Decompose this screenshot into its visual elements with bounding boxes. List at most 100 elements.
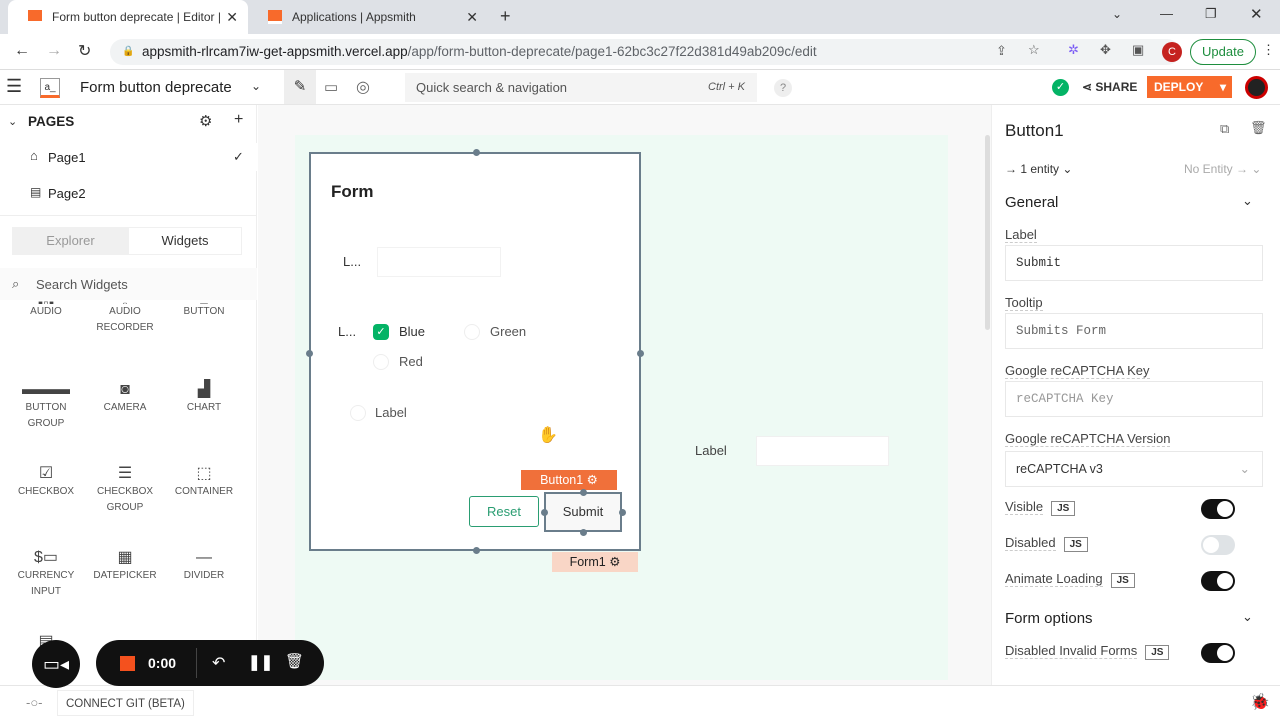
reset-button[interactable]: Reset	[469, 496, 539, 527]
checkbox[interactable]	[350, 405, 366, 421]
submit-button[interactable]: Submit	[544, 492, 622, 532]
appsmith-favicon-icon	[28, 10, 42, 24]
widget-card[interactable]: $▭ CURRENCY INPUT	[6, 550, 86, 600]
stop-recording-button[interactable]	[120, 656, 135, 671]
app-name[interactable]: Form button deprecate	[80, 79, 232, 96]
tooltip-input[interactable]: Submits Form	[1005, 313, 1263, 349]
widget-card[interactable]: ▟ CHART	[164, 382, 244, 416]
label-input[interactable]: Submit	[1005, 245, 1263, 281]
undo-icon[interactable]: ↶	[212, 653, 225, 673]
deploy-button[interactable]: DEPLOY ▾	[1147, 76, 1232, 98]
widget-name[interactable]: Button1	[1005, 121, 1064, 141]
profile-avatar[interactable]: C	[1162, 42, 1182, 62]
restore-icon[interactable]: ❐	[1205, 6, 1217, 22]
toggle-label: Visible	[1005, 499, 1044, 515]
widget-card[interactable]: ▮▯▮AUDIO	[6, 298, 86, 320]
forward-icon[interactable]: →	[46, 42, 62, 60]
toggle-switch[interactable]	[1201, 499, 1235, 519]
appsmith-logo[interactable]: a_	[40, 78, 60, 98]
tab-search-icon[interactable]: ⌄	[1112, 7, 1122, 21]
js-toggle-button[interactable]: JS	[1063, 537, 1088, 552]
browser-tab-editor[interactable]: Form button deprecate | Editor | ✕	[8, 0, 248, 34]
outgoing-entity-dropdown[interactable]: No Entity → ⌄	[1184, 162, 1261, 176]
page-item-page2[interactable]: ▤ Page2	[0, 179, 257, 207]
form-options-section-header[interactable]: Form options	[1005, 610, 1093, 627]
share-page-icon[interactable]: ⇪	[996, 43, 1007, 59]
widget-card[interactable]: — DIVIDER	[164, 550, 244, 584]
widget-search-input[interactable]: ⌕ Search Widgets	[0, 268, 257, 300]
appsmith-favicon-icon	[268, 10, 282, 24]
radio-red[interactable]	[373, 354, 389, 370]
js-toggle-button[interactable]: JS	[1145, 645, 1170, 660]
comment-icon[interactable]: ▭	[324, 78, 338, 96]
side-panel-icon[interactable]: ▣	[1132, 42, 1144, 58]
edit-mode-pencil-icon[interactable]: ✎	[284, 70, 316, 104]
form1-tag[interactable]: Form1 ⚙	[552, 552, 638, 572]
minimize-icon[interactable]: —	[1160, 6, 1173, 21]
connect-git-button[interactable]: CONNECT GIT (BETA)	[57, 690, 194, 716]
add-page-icon[interactable]: +	[234, 111, 243, 129]
close-tab-icon[interactable]: ✕	[226, 9, 238, 26]
widget-card[interactable]: ☑ CHECKBOX	[6, 466, 86, 500]
js-toggle-button[interactable]: JS	[1110, 573, 1135, 588]
incoming-entity-dropdown[interactable]: → 1 entity ⌄	[1005, 162, 1072, 176]
widget-card[interactable]: ◙ CAMERA	[85, 382, 165, 416]
close-window-icon[interactable]: ✕	[1250, 5, 1263, 23]
camera-toggle-icon[interactable]: ▭◂	[32, 640, 80, 688]
close-tab-icon[interactable]: ✕	[466, 9, 478, 26]
chevron-down-icon[interactable]: ⌄	[1242, 193, 1253, 209]
outside-text-input[interactable]	[756, 436, 889, 466]
browser-tab-applications[interactable]: Applications | Appsmith ✕	[248, 0, 488, 34]
widget-label: AUDIO	[30, 306, 62, 317]
extensions-puzzle-icon[interactable]: ✥	[1100, 42, 1111, 58]
preview-eye-icon[interactable]: ◎	[356, 77, 370, 97]
tab-explorer[interactable]: Explorer	[12, 227, 129, 255]
recaptcha-version-select[interactable]: reCAPTCHA v3 ⌄	[1005, 451, 1263, 487]
url-field[interactable]: 🔒 appsmith-rlrcam7iw-get-appsmith.vercel.…	[110, 39, 1180, 65]
update-button[interactable]: Update	[1190, 39, 1256, 65]
general-section-header[interactable]: General	[1005, 194, 1058, 211]
toggle-switch[interactable]	[1201, 571, 1235, 591]
pause-icon[interactable]: ❚❚	[248, 653, 273, 671]
reload-icon[interactable]: ↻	[78, 41, 91, 61]
form-widget[interactable]: Form L... L... ✓ Blue Green Red Label ✋ …	[306, 149, 644, 554]
widget-card[interactable]: ♆AUDIORECORDER	[85, 298, 165, 336]
page-item-page1[interactable]: ⌂ Page1 ✓	[0, 143, 257, 171]
debugger-bug-icon[interactable]: 🐞	[1250, 692, 1270, 712]
help-icon[interactable]: ?	[774, 79, 792, 97]
widget-label: CHECKBOX	[17, 486, 75, 497]
radio-green[interactable]	[464, 324, 480, 340]
hamburger-menu-icon[interactable]: ☰	[6, 76, 22, 97]
widget-card[interactable]: ▬▬▬ BUTTON GROUP	[6, 382, 86, 432]
share-button[interactable]: ⋖ SHARE	[1082, 80, 1137, 94]
recaptcha-key-input[interactable]: reCAPTCHA Key	[1005, 381, 1263, 417]
widget-card[interactable]: ▦ DATEPICKER	[85, 550, 165, 584]
button1-tag[interactable]: Button1 ⚙	[521, 470, 617, 490]
collapse-chevron-icon[interactable]: ⌄	[8, 115, 17, 128]
back-icon[interactable]: ←	[14, 42, 30, 60]
delete-trash-icon[interactable]: 🗑	[1250, 120, 1267, 136]
git-icon: -○-	[26, 695, 43, 710]
page-settings-gear-icon[interactable]: ⚙	[199, 112, 212, 130]
extension-icon[interactable]: ✲	[1068, 42, 1079, 58]
delete-recording-icon[interactable]: 🗑	[285, 652, 304, 670]
widget-card[interactable]: ⬚ CONTAINER	[164, 466, 244, 500]
chevron-down-icon[interactable]: ⌄	[251, 79, 261, 93]
chevron-down-icon[interactable]: ⌄	[1242, 609, 1253, 625]
radio-blue-checked[interactable]: ✓	[373, 324, 389, 340]
new-tab-icon[interactable]: +	[500, 6, 511, 27]
copy-icon[interactable]: ⧉	[1220, 121, 1229, 137]
browser-menu-icon[interactable]: ⋮	[1262, 42, 1275, 58]
canvas-scrollbar[interactable]	[985, 135, 990, 330]
toggle-switch[interactable]	[1201, 535, 1235, 555]
js-toggle-button[interactable]: JS	[1051, 501, 1076, 516]
quick-search[interactable]: Quick search & navigation Ctrl + K	[405, 73, 757, 102]
toggle-switch[interactable]	[1201, 643, 1235, 663]
toggle-label: Disabled	[1005, 535, 1056, 551]
user-avatar[interactable]	[1245, 76, 1268, 99]
bookmark-star-icon[interactable]: ☆	[1028, 42, 1040, 58]
widget-card[interactable]: ☰ CHECKBOX GROUP	[85, 466, 165, 516]
tab-widgets[interactable]: Widgets	[129, 228, 241, 254]
widget-card[interactable]: ▭BUTTON	[164, 298, 244, 320]
text-input[interactable]	[377, 247, 501, 277]
